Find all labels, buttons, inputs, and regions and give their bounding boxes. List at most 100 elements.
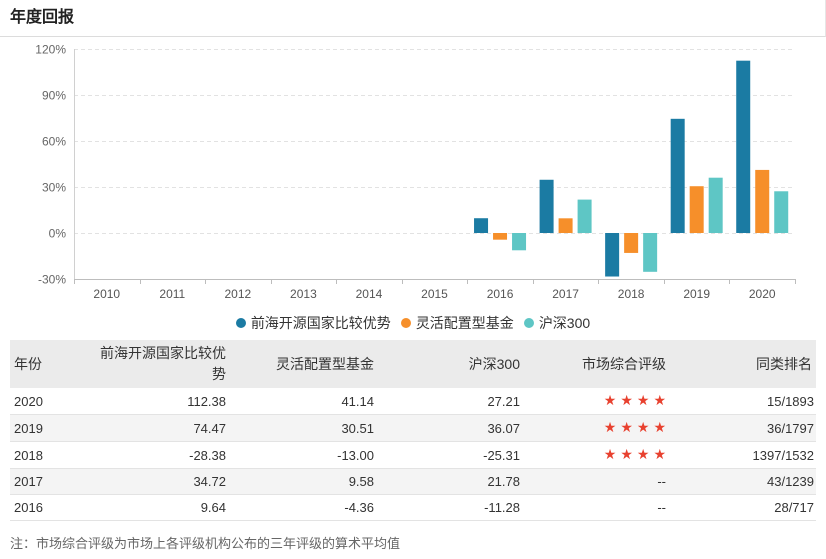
x-tick-label: 2011 xyxy=(159,287,185,301)
cell-rank: 36/1797 xyxy=(670,414,816,442)
legend-item-fund[interactable]: 前海开源国家比较优势 xyxy=(235,313,391,333)
star-icon xyxy=(604,420,617,436)
legend-label: 前海开源国家比较优势 xyxy=(250,315,391,331)
y-tick-label: 120% xyxy=(35,43,66,57)
cell-rating: -- xyxy=(524,468,670,495)
bar-2018-series-1 xyxy=(624,233,639,253)
rating-stars xyxy=(524,414,670,442)
cell-fund: 112.38 xyxy=(80,388,230,415)
star-icon xyxy=(653,447,666,463)
x-tick-label: 2014 xyxy=(356,287,383,301)
annual-return-bar-chart: 120% 90% 60% 30% 0% -30% 2010 2011 2012 2013 2014 2… xyxy=(35,43,796,301)
legend-dot-icon xyxy=(400,318,411,328)
x-tick-label: 2013 xyxy=(290,287,317,301)
cell-flexible: 41.14 xyxy=(230,388,378,415)
y-tick-label: 60% xyxy=(42,135,66,149)
star-icon xyxy=(620,393,633,409)
cell-rating: -- xyxy=(524,494,670,521)
y-tick-label: 0% xyxy=(49,227,67,241)
footnote: 注：市场综合评级为市场上各评级机构公布的三年评级的算术平均值 xyxy=(10,536,401,551)
cell-flexible: -4.36 xyxy=(230,494,378,521)
y-tick-label: -30% xyxy=(38,273,66,287)
star-icon xyxy=(637,447,650,463)
col-header-csi300: 沪深300 xyxy=(378,340,524,388)
cell-fund: 74.47 xyxy=(80,414,230,442)
cell-csi300: 21.78 xyxy=(378,468,524,495)
rating-stars xyxy=(524,388,670,415)
legend-dot-icon xyxy=(235,318,246,328)
legend-label: 灵活配置型基金 xyxy=(415,315,514,331)
star-icon xyxy=(637,393,650,409)
legend-dot-icon xyxy=(523,318,534,328)
col-header-rank: 同类排名 xyxy=(670,340,816,388)
bar-2020-series-2 xyxy=(774,191,789,233)
cell-year: 2018 xyxy=(10,441,80,469)
table-body: 2020112.3841.1427.2115/1893201974.4730.5… xyxy=(10,388,816,521)
bar-2019-series-1 xyxy=(689,186,704,233)
legend-item-csi300[interactable]: 沪深300 xyxy=(523,313,591,333)
x-tick-label: 2012 xyxy=(225,287,252,301)
star-icon xyxy=(637,420,650,436)
col-header-fund: 前海开源国家比较优势 xyxy=(80,340,230,388)
cell-year: 2016 xyxy=(10,494,80,521)
bar-2016-series-2 xyxy=(512,233,527,251)
bar-2020-series-0 xyxy=(736,60,751,234)
y-tick-label: 90% xyxy=(42,89,66,103)
star-icon xyxy=(653,393,666,409)
bar-2018-series-2 xyxy=(643,233,658,272)
bar-2017-series-1 xyxy=(558,218,573,233)
cell-year: 2020 xyxy=(10,388,80,415)
bar-2018-series-0 xyxy=(605,233,620,277)
cell-flexible: 30.51 xyxy=(230,414,378,442)
cell-flexible: -13.00 xyxy=(230,441,378,469)
star-icon xyxy=(604,447,617,463)
col-header-fund-label: 前海开源国家比较优势 xyxy=(100,345,226,382)
col-header-flexible-fund: 灵活配置型基金 xyxy=(230,340,378,388)
x-tick-label: 2010 xyxy=(93,287,120,301)
x-tick-label: 2015 xyxy=(421,287,448,301)
y-tick-label: 30% xyxy=(42,181,66,195)
cell-flexible: 9.58 xyxy=(230,468,378,495)
cell-csi300: -25.31 xyxy=(378,441,524,469)
cell-csi300: -11.28 xyxy=(378,494,524,521)
cell-rank: 43/1239 xyxy=(670,468,816,495)
cell-csi300: 27.21 xyxy=(378,388,524,415)
star-icon xyxy=(620,447,633,463)
bar-2020-series-1 xyxy=(755,169,770,233)
table-row: 201974.4730.5136.07 36/1797 xyxy=(10,414,816,442)
table-row: 2020112.3841.1427.21 15/1893 xyxy=(10,388,816,415)
table-row: 2016 9.64 -4.36 -11.28 -- 28/717 xyxy=(10,494,816,521)
chart-legend: 前海开源国家比较优势 灵活配置型基金 沪深300 xyxy=(0,313,826,333)
x-tick-label: 2020 xyxy=(749,287,776,301)
bar-2016-series-0 xyxy=(474,218,489,233)
bar-2016-series-1 xyxy=(493,233,508,240)
bar-2017-series-0 xyxy=(539,179,554,233)
x-tick-label: 2019 xyxy=(683,287,710,301)
x-tick-label: 2018 xyxy=(618,287,645,301)
legend-item-flexible-fund[interactable]: 灵活配置型基金 xyxy=(400,313,514,333)
col-header-rating: 市场综合评级 xyxy=(524,340,670,388)
cell-rank: 28/717 xyxy=(670,494,816,521)
cell-rank: 1397/1532 xyxy=(670,441,816,469)
star-icon xyxy=(620,420,633,436)
cell-rank: 15/1893 xyxy=(670,388,816,415)
star-icon xyxy=(653,420,666,436)
cell-year: 2019 xyxy=(10,414,80,442)
table-row: 2018-28.38-13.00-25.31 1397/1532 xyxy=(10,441,816,469)
legend-label: 沪深300 xyxy=(538,315,591,331)
bar-2019-series-2 xyxy=(708,177,723,233)
x-tick-label: 2017 xyxy=(552,287,579,301)
cell-fund: 34.72 xyxy=(80,468,230,495)
cell-fund: 9.64 xyxy=(80,494,230,521)
bar-2019-series-0 xyxy=(670,118,685,233)
table-row: 2017 34.72 9.58 21.78 -- 43/1239 xyxy=(10,468,816,495)
cell-csi300: 36.07 xyxy=(378,414,524,442)
annual-return-table: 年份 前海开源国家比较优势 灵活配置型基金 沪深300 市场综合评级 同类排名 … xyxy=(10,340,816,521)
cell-fund: -28.38 xyxy=(80,441,230,469)
cell-year: 2017 xyxy=(10,468,80,495)
col-header-year: 年份 xyxy=(10,340,80,388)
bar-2017-series-2 xyxy=(577,199,592,233)
x-tick-label: 2016 xyxy=(487,287,514,301)
table-header-row: 年份 前海开源国家比较优势 灵活配置型基金 沪深300 市场综合评级 同类排名 xyxy=(10,340,816,388)
star-icon xyxy=(604,393,617,409)
